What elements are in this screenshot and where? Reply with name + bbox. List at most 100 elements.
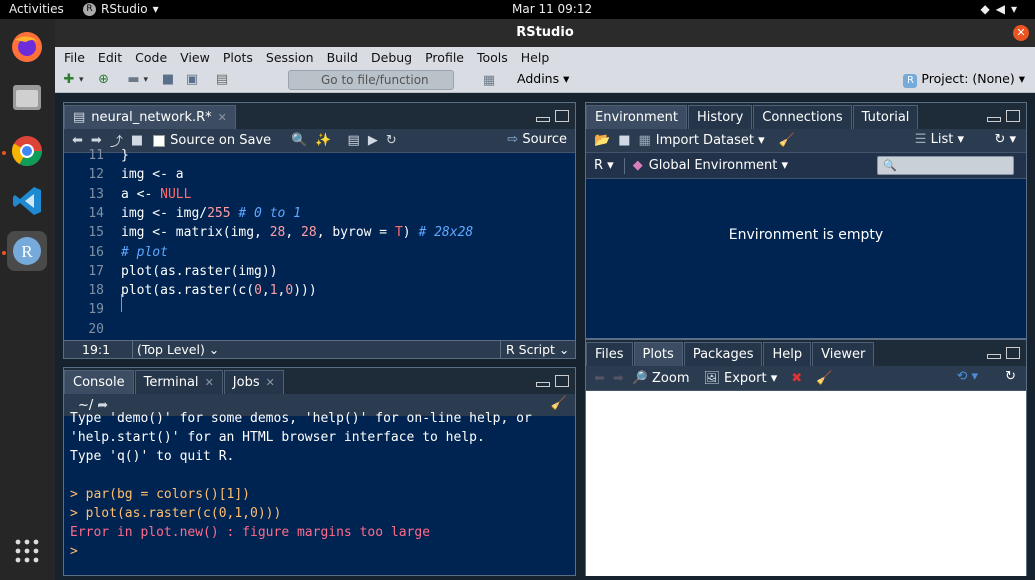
load-workspace-icon[interactable]: 📂 xyxy=(594,133,610,148)
tab-terminal[interactable]: Terminal ✕ xyxy=(134,370,223,394)
activities-button[interactable]: Activities xyxy=(9,2,64,16)
pane-window-controls[interactable] xyxy=(536,375,569,387)
refresh-icon[interactable]: ↻ ▾ xyxy=(994,132,1016,147)
editor-pane: ▤ neural_network.R* ✕ ⬅ ➡ ⤴ ■ Source on Sa… xyxy=(63,102,576,359)
open-file-icon[interactable]: ▬ xyxy=(124,70,144,90)
search-icon[interactable]: 🔍 xyxy=(291,133,307,148)
menu-code[interactable]: Code xyxy=(135,50,167,65)
addins-menu[interactable]: Addins ▾ xyxy=(517,71,569,86)
menu-view[interactable]: View xyxy=(180,50,210,65)
tab-packages[interactable]: Packages xyxy=(683,342,763,366)
export-menu[interactable]: Export ▾ xyxy=(724,371,777,386)
code-editor[interactable]: 11} 12 img <- a 13 a <- NULL 14 img <- img/255… xyxy=(64,148,575,341)
compile-report-icon[interactable]: ▤ xyxy=(348,133,360,148)
line-number: 17 xyxy=(88,263,104,279)
plots-toolbar: ⬅ ➡ 🔎 Zoom 🖼 Export ▾ ✖ 🧹 ⟲ ▾ ↻ xyxy=(586,366,1026,391)
import-dataset-icon[interactable]: ▦ xyxy=(638,133,650,148)
tab-history[interactable]: History xyxy=(688,105,753,129)
tab-files[interactable]: Files xyxy=(586,342,633,366)
menu-file[interactable]: File xyxy=(64,50,85,65)
goto-file-input[interactable]: Go to file/function xyxy=(288,70,454,90)
export-icon[interactable]: 🖼 xyxy=(703,371,720,386)
menu-tools[interactable]: Tools xyxy=(477,50,508,65)
back-arrow-icon[interactable]: ⬅ xyxy=(594,371,605,386)
project-menu[interactable]: R Project: (None) ▾ xyxy=(903,71,1025,88)
refresh-icon[interactable]: ↻ xyxy=(1005,369,1016,384)
save-workspace-icon[interactable]: ■ xyxy=(618,133,630,148)
menu-plots[interactable]: Plots xyxy=(223,50,253,65)
source-button[interactable]: ⇨ Source xyxy=(507,132,567,147)
close-icon[interactable]: ✕ xyxy=(1013,25,1029,41)
remove-plot-icon[interactable]: ✖ xyxy=(791,371,802,386)
save-icon[interactable]: ■ xyxy=(131,133,143,148)
new-file-icon[interactable]: ✚ xyxy=(59,70,79,90)
forward-arrow-icon[interactable]: ➡ xyxy=(613,371,624,386)
plot-canvas[interactable] xyxy=(586,391,1026,576)
window-title: RStudio xyxy=(516,25,574,40)
global-environment-selector[interactable]: Global Environment ▾ xyxy=(649,158,788,173)
console-output[interactable]: Type 'demo()' for some demos, 'help()' f… xyxy=(64,409,575,568)
console-line: > plot(as.raster(c(0,1,0))) xyxy=(70,506,282,521)
broom-icon[interactable]: 🧹 xyxy=(779,133,795,148)
tab-plots[interactable]: Plots xyxy=(633,342,683,366)
zoom-button[interactable]: Zoom xyxy=(652,371,689,386)
tab-jobs[interactable]: Jobs ✕ xyxy=(223,370,284,394)
tab-help[interactable]: Help xyxy=(763,342,812,366)
app-grid-icon[interactable] xyxy=(7,531,47,571)
run-icon[interactable]: ▶ xyxy=(368,133,378,148)
rstudio-dock-icon[interactable]: R xyxy=(7,231,47,271)
tab-console[interactable]: Console xyxy=(64,370,134,394)
plots-pane: Files Plots Packages Help Viewer ⬅ ➡ 🔎 Z… xyxy=(585,339,1027,576)
app-menu[interactable]: R RStudio ▾ xyxy=(83,2,159,16)
magic-wand-icon[interactable]: ✨ xyxy=(315,133,331,148)
tab-tutorial[interactable]: Tutorial xyxy=(852,105,919,129)
source-on-save-label: Source on Save xyxy=(170,133,272,148)
menu-session[interactable]: Session xyxy=(266,50,314,65)
language-selector[interactable]: R ▾ xyxy=(594,158,614,173)
firefox-icon[interactable] xyxy=(7,27,47,67)
chrome-icon[interactable] xyxy=(7,131,47,171)
code-line: img <- img/255 # 0 to 1 xyxy=(121,205,302,221)
system-tray-icons[interactable]: ◆◀▾ xyxy=(981,2,1023,16)
files-icon[interactable] xyxy=(7,77,47,117)
tab-neural-network[interactable]: ▤ neural_network.R* ✕ xyxy=(64,105,236,129)
publish-icon[interactable]: ⟲ ▾ xyxy=(956,369,978,384)
env-search-input[interactable]: 🔍 xyxy=(877,156,1014,175)
new-project-icon[interactable]: ⊕ xyxy=(94,70,114,90)
editor-tabbar: ▤ neural_network.R* ✕ xyxy=(64,103,575,129)
pane-window-controls[interactable] xyxy=(987,347,1020,359)
pane-window-controls[interactable] xyxy=(536,110,569,122)
tab-environment[interactable]: Environment xyxy=(586,105,688,129)
save-icon[interactable]: ■ xyxy=(158,70,178,90)
source-on-save-checkbox[interactable] xyxy=(153,134,166,147)
print-icon[interactable]: ▤ xyxy=(212,70,232,90)
list-view-menu[interactable]: ☰ List ▾ xyxy=(915,132,964,147)
tab-connections[interactable]: Connections xyxy=(753,105,852,129)
vscode-icon[interactable] xyxy=(7,181,47,221)
back-arrow-icon[interactable]: ⬅ xyxy=(72,133,83,148)
forward-arrow-icon[interactable]: ➡ xyxy=(91,133,102,148)
close-tab-icon[interactable]: ✕ xyxy=(266,371,275,394)
menu-build[interactable]: Build xyxy=(327,50,358,65)
rerun-icon[interactable]: ↻ xyxy=(386,133,397,148)
import-dataset-button[interactable]: Import Dataset ▾ xyxy=(656,133,765,148)
menu-profile[interactable]: Profile xyxy=(425,50,464,65)
file-type-selector[interactable]: R Script ⌄ xyxy=(506,342,569,357)
chevron-down-icon[interactable]: ▾ xyxy=(79,75,84,85)
zoom-icon[interactable]: 🔎 xyxy=(632,371,648,386)
chevron-down-icon[interactable]: ▾ xyxy=(144,75,149,85)
menu-edit[interactable]: Edit xyxy=(98,50,122,65)
close-tab-icon[interactable]: ✕ xyxy=(205,371,214,394)
save-all-icon[interactable]: ▣ xyxy=(182,70,202,90)
clock[interactable]: Mar 11 09:12 xyxy=(512,2,592,16)
close-tab-icon[interactable]: ✕ xyxy=(218,106,227,129)
line-number: 12 xyxy=(88,167,104,183)
menu-help[interactable]: Help xyxy=(521,50,550,65)
broom-icon[interactable]: 🧹 xyxy=(816,371,832,386)
pane-layout-icon[interactable]: ▦ xyxy=(479,70,499,90)
menu-debug[interactable]: Debug xyxy=(371,50,412,65)
tab-viewer[interactable]: Viewer xyxy=(812,342,875,366)
pane-window-controls[interactable] xyxy=(987,110,1020,122)
env-tabbar: Environment History Connections Tutorial xyxy=(586,103,1026,129)
scope-indicator[interactable]: (Top Level) ⌄ xyxy=(137,342,219,357)
